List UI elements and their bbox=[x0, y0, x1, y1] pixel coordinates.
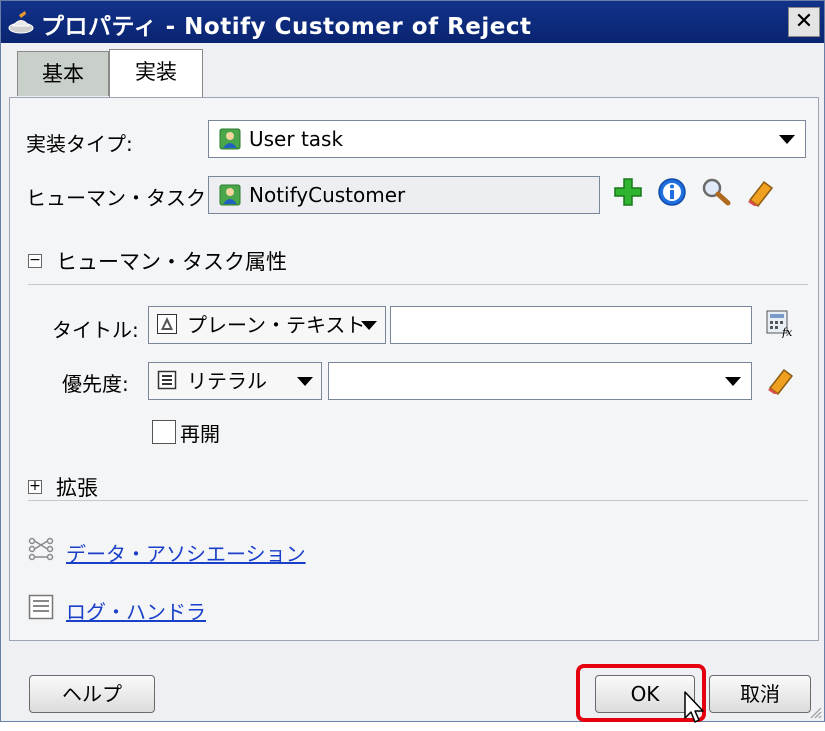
title-bar[interactable]: プロパティ - Notify Customer of Reject ✕ bbox=[1, 1, 824, 43]
extension-label: 拡張 bbox=[56, 476, 98, 500]
chevron-down-icon bbox=[779, 135, 795, 144]
priority-type-select[interactable]: リテラル bbox=[148, 362, 322, 400]
close-icon: ✕ bbox=[794, 9, 814, 34]
priority-type-value: リテラル bbox=[187, 369, 267, 393]
human-task-field[interactable]: NotifyCustomer bbox=[208, 176, 600, 214]
eraser-icon[interactable] bbox=[764, 364, 796, 396]
collapse-icon[interactable]: − bbox=[28, 253, 42, 268]
data-association-link[interactable]: データ・アソシエーション bbox=[66, 538, 306, 567]
human-task-value: NotifyCustomer bbox=[249, 183, 406, 207]
title-type-value: プレーン・テキスト bbox=[187, 313, 366, 337]
title-label: タイトル: bbox=[52, 318, 139, 342]
literal-icon bbox=[157, 370, 177, 390]
reopen-label: 再開 bbox=[180, 422, 220, 446]
chevron-down-icon bbox=[361, 321, 377, 330]
data-association-icon bbox=[28, 537, 54, 561]
user-task-icon bbox=[219, 128, 241, 149]
priority-label: 優先度: bbox=[62, 372, 129, 396]
title-input[interactable] bbox=[390, 306, 752, 344]
log-handler-link[interactable]: ログ・ハンドラ bbox=[66, 596, 206, 625]
tab-basic[interactable]: 基本 bbox=[17, 51, 109, 96]
chevron-down-icon bbox=[725, 377, 741, 386]
divider bbox=[28, 284, 808, 285]
reopen-checkbox[interactable] bbox=[152, 420, 176, 444]
priority-select[interactable] bbox=[328, 362, 752, 400]
add-icon[interactable] bbox=[612, 176, 644, 208]
search-icon[interactable] bbox=[700, 176, 732, 208]
help-button[interactable]: ヘルプ bbox=[29, 675, 155, 713]
impl-type-select[interactable]: User task bbox=[208, 120, 806, 158]
tab-implementation[interactable]: 実装 bbox=[109, 49, 203, 98]
expression-builder-icon[interactable]: fx bbox=[764, 308, 794, 338]
log-handler-icon bbox=[28, 594, 54, 620]
resize-grip-icon[interactable] bbox=[808, 705, 822, 719]
eraser-icon[interactable] bbox=[744, 176, 776, 208]
divider bbox=[28, 500, 808, 501]
mouse-cursor-icon bbox=[684, 691, 704, 723]
human-task-attrs-section[interactable]: − ヒューマン・タスク属性 bbox=[28, 246, 287, 276]
chevron-down-icon bbox=[297, 377, 313, 386]
cancel-button[interactable]: 取消 bbox=[709, 675, 811, 713]
title-type-select[interactable]: プレーン・テキスト bbox=[148, 306, 386, 344]
user-task-icon bbox=[219, 184, 241, 205]
properties-dialog: プロパティ - Notify Customer of Reject ✕ 基本 実… bbox=[0, 0, 825, 722]
window-title: プロパティ - Notify Customer of Reject bbox=[41, 14, 532, 40]
extension-section[interactable]: + 拡張 bbox=[28, 472, 98, 502]
expand-icon[interactable]: + bbox=[28, 479, 42, 494]
implementation-panel: 実装タイプ: User task ヒューマン・タスク: NotifyCustom… bbox=[9, 97, 819, 641]
impl-type-label: 実装タイプ: bbox=[26, 132, 133, 156]
svg-text:fx: fx bbox=[781, 326, 793, 338]
impl-type-value: User task bbox=[249, 127, 344, 151]
app-icon bbox=[8, 11, 34, 34]
human-task-attrs-label: ヒューマン・タスク属性 bbox=[56, 250, 287, 274]
human-task-label: ヒューマン・タスク: bbox=[26, 186, 213, 210]
info-icon[interactable] bbox=[656, 176, 688, 208]
text-type-icon bbox=[157, 314, 177, 334]
close-button[interactable]: ✕ bbox=[788, 7, 820, 37]
